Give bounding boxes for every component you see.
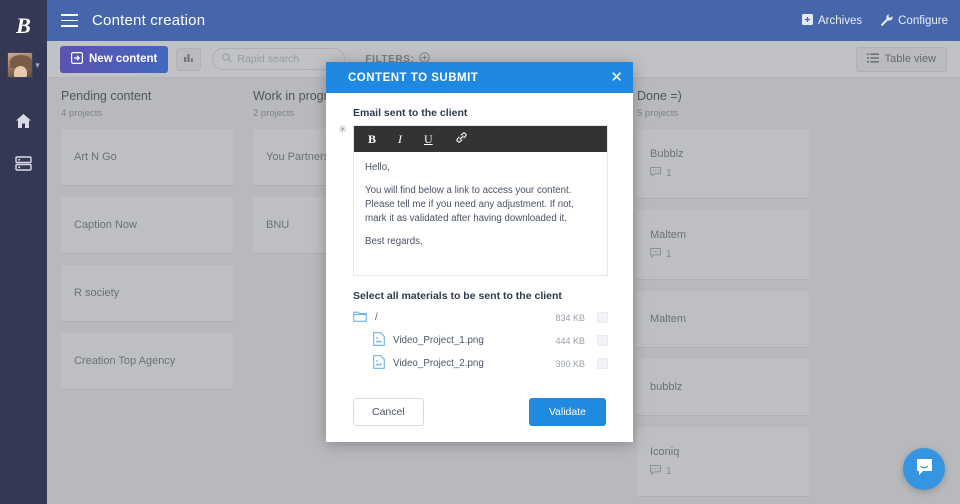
file-size: 390 KB [555, 358, 585, 369]
image-file-icon [373, 332, 385, 349]
app-root: B ▾ Content creation Archives Configure … [0, 0, 960, 504]
rich-text-editor: B I U Hello, You will find below a link … [353, 125, 608, 276]
file-size: 834 KB [555, 312, 585, 323]
close-icon[interactable]: ✕ [610, 70, 623, 85]
email-line-1: Hello, [365, 162, 390, 173]
folder-icon [353, 310, 367, 325]
cancel-button[interactable]: Cancel [353, 398, 424, 426]
image-file-icon [373, 355, 385, 372]
content-to-submit-dialog: CONTENT TO SUBMIT ✕ ✳ Email sent to the … [326, 62, 633, 442]
materials-label: Select all materials to be sent to the c… [353, 290, 562, 302]
email-body-text[interactable]: Hello, You will find below a link to acc… [354, 152, 607, 275]
file-name: / [375, 312, 378, 323]
modal-footer: Cancel Validate [326, 385, 633, 442]
link-icon[interactable] [455, 131, 468, 148]
italic-icon[interactable]: I [398, 132, 402, 147]
file-checkbox[interactable] [597, 312, 608, 323]
file-name: Video_Project_1.png [393, 335, 484, 346]
email-line-3: Best regards, [365, 236, 423, 248]
file-size: 444 KB [555, 335, 585, 346]
modal-body: ✳ Email sent to the client B I U Hello, … [326, 93, 633, 385]
file-row[interactable]: Video_Project_1.png 444 KB [353, 329, 608, 352]
file-name: Video_Project_2.png [393, 358, 484, 369]
file-checkbox[interactable] [597, 358, 608, 369]
file-row[interactable]: / 834 KB [353, 306, 608, 329]
underline-icon[interactable]: U [424, 132, 433, 147]
file-row[interactable]: Video_Project_2.png 390 KB [353, 352, 608, 375]
modal-header: CONTENT TO SUBMIT ✕ [326, 62, 633, 93]
editor-toolbar: B I U [354, 126, 607, 152]
validate-button[interactable]: Validate [528, 398, 606, 426]
email-line-2: You will find below a link to access you… [365, 185, 574, 225]
required-marker: ✳ [338, 124, 348, 136]
file-checkbox[interactable] [597, 335, 608, 346]
modal-title: CONTENT TO SUBMIT [348, 71, 479, 84]
bold-icon[interactable]: B [368, 132, 376, 147]
email-field-label: Email sent to the client [353, 107, 468, 119]
